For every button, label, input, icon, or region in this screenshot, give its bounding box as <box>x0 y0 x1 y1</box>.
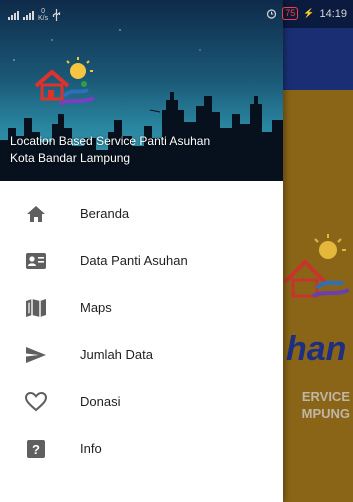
network-speed: 0 K/s <box>38 8 49 22</box>
svg-text:?: ? <box>32 442 40 457</box>
alarm-icon <box>267 9 277 19</box>
status-left: 0 K/s <box>8 8 61 22</box>
charging-icon: ⚡ <box>303 8 315 18</box>
heart-icon <box>24 390 48 414</box>
usb-icon <box>53 9 61 21</box>
menu-item-info[interactable]: ? Info <box>0 425 283 472</box>
clock: 14:19 <box>319 7 347 20</box>
menu-label: Beranda <box>80 206 130 221</box>
orphanage-logo <box>34 57 95 106</box>
status-bar: 0 K/s 75 ⚡ 14:19 <box>0 0 353 28</box>
map-icon <box>24 296 48 320</box>
help-icon: ? <box>24 437 48 461</box>
menu-label: Maps <box>80 300 112 315</box>
signal-icon-2 <box>23 10 34 20</box>
drawer-menu: Beranda Data Panti Asuhan Maps Jumlah Da… <box>0 190 283 472</box>
menu-label: Jumlah Data <box>80 347 153 362</box>
app-title-partial: han <box>286 330 347 368</box>
signal-icon <box>8 10 19 20</box>
id-card-icon <box>24 249 48 273</box>
status-right: 75 ⚡ 14:19 <box>266 7 347 20</box>
send-icon <box>24 343 48 367</box>
menu-item-beranda[interactable]: Beranda <box>0 190 283 237</box>
menu-item-maps[interactable]: Maps <box>0 284 283 331</box>
menu-item-jumlah-data[interactable]: Jumlah Data <box>0 331 283 378</box>
navigation-drawer: Location Based Service Panti Asuhan Kota… <box>0 0 283 502</box>
menu-item-donasi[interactable]: Donasi <box>0 378 283 425</box>
menu-label: Data Panti Asuhan <box>80 253 188 268</box>
menu-label: Info <box>80 441 102 456</box>
drawer-title: Location Based Service Panti Asuhan <box>10 134 211 148</box>
drawer-subtitle: Kota Bandar Lampung <box>10 151 131 165</box>
battery-badge: 75 <box>282 7 299 20</box>
home-icon <box>24 202 48 226</box>
app-logo-partial <box>283 234 350 298</box>
menu-item-data-panti-asuhan[interactable]: Data Panti Asuhan <box>0 237 283 284</box>
app-subtitle-partial: ERVICE MPUNG <box>301 389 350 421</box>
menu-label: Donasi <box>80 394 121 409</box>
